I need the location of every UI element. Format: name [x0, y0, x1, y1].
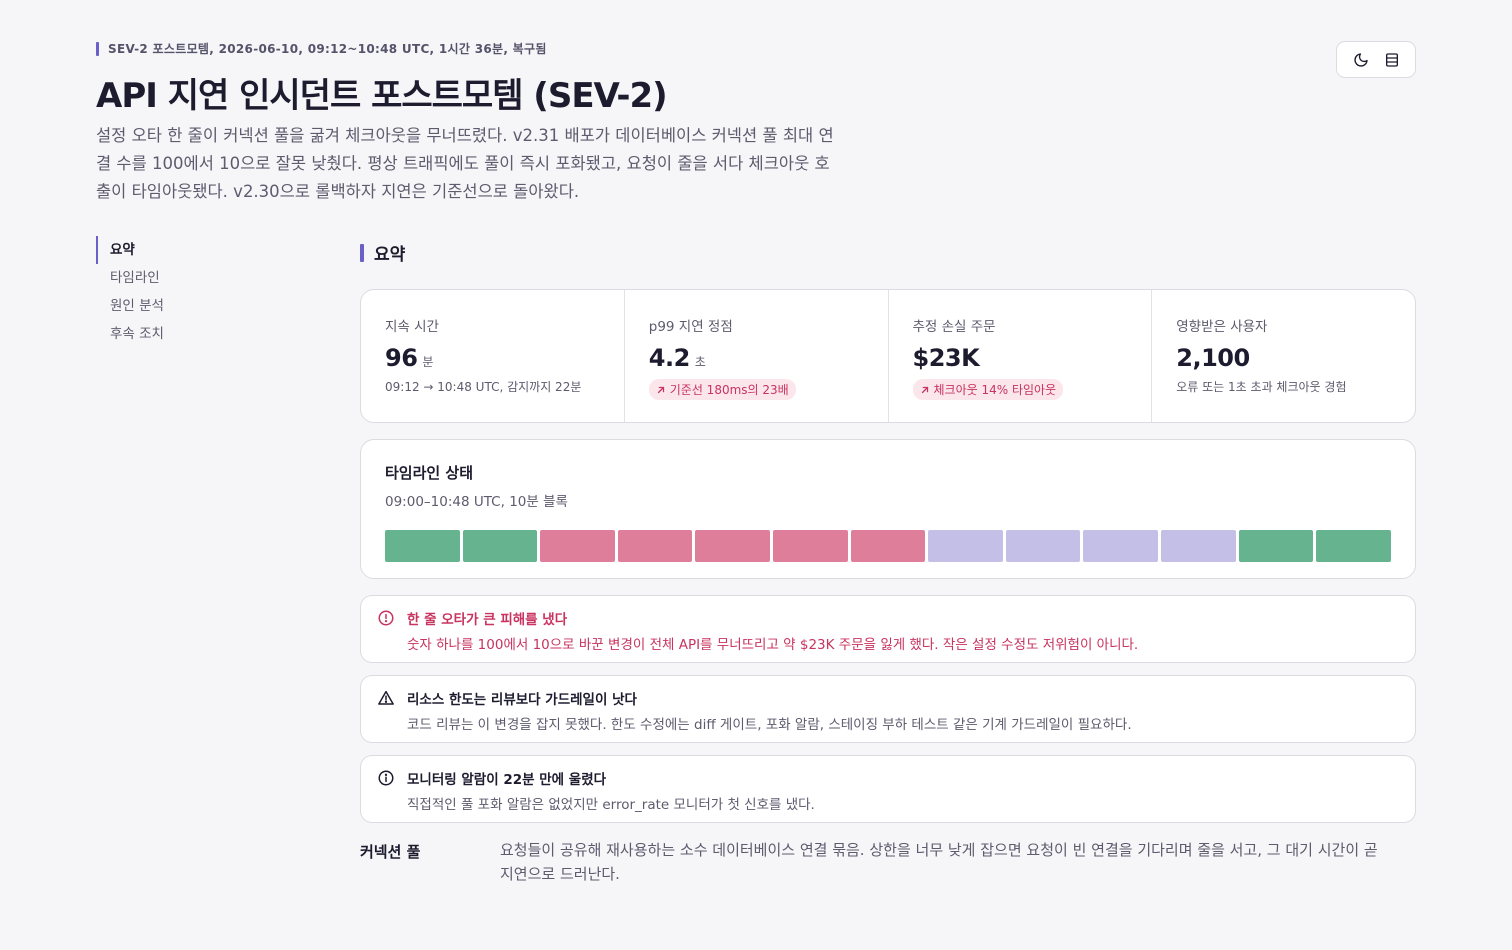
stat-label: 영향받은 사용자 [1176, 319, 1268, 335]
layout-toggle-button[interactable] [1379, 47, 1405, 73]
stat-value-row: 4.2 초 [649, 344, 864, 372]
callout-title: 모니터링 알람이 22분 만에 울렸다 [407, 772, 607, 788]
stats-card: 지속 시간 96 분 09:12 → 10:48 UTC, 감지까지 22분 p… [360, 289, 1416, 423]
eyebrow-accent-bar [96, 41, 99, 56]
timeline-subtitle: 09:00–10:48 UTC, 10분 블록 [385, 494, 568, 510]
page-title: API 지연 인시던트 포스트모템 (SEV-2) [96, 76, 668, 116]
info-circle-icon [378, 770, 394, 786]
status-badge: 기준선 180ms의 23배 [648, 379, 796, 400]
stat-lost-orders: 추정 손실 주문 $23K 체크아웃 14% 타임아웃 [889, 290, 1153, 422]
callout-content: 모니터링 알람이 22분 만에 울렸다 직접적인 풀 포화 알람은 없었지만 e… [407, 768, 815, 822]
timeline-block-ok [1316, 530, 1391, 562]
callout-danger: 한 줄 오타가 큰 피해를 냈다 숫자 하나를 100에서 10으로 바꾼 변경… [360, 595, 1416, 663]
layout-icon [1385, 52, 1398, 67]
timeline-block-bad [850, 530, 926, 562]
callout-title: 한 줄 오타가 큰 피해를 냈다 [407, 612, 568, 628]
timeline-block-rec [1161, 530, 1236, 562]
callout-body: 코드 리뷰는 이 변경을 잡지 못했다. 한도 수정에는 diff 게이트, 포… [407, 717, 1132, 733]
stat-label: 추정 손실 주문 [912, 319, 996, 335]
timeline-block-bad [617, 530, 693, 562]
trend-up-icon [921, 386, 928, 393]
incident-eyebrow: SEV-2 포스트모템, 2026-06-10, 09:12~10:48 UTC… [96, 40, 547, 57]
stat-affected-users: 영향받은 사용자 2,100 오류 또는 1초 초과 체크아웃 경험 [1152, 290, 1415, 422]
stat-value-row: 2,100 [1176, 344, 1391, 372]
glossary-entry: 커넥션 풀 요청들이 공유해 재사용하는 소수 데이터베이스 연결 묶음. 상한… [360, 838, 1416, 886]
badge-text: 기준선 180ms의 23배 [669, 383, 789, 397]
stat-value-row: $23K [913, 344, 1128, 372]
stat-note: 09:12 → 10:48 UTC, 감지까지 22분 [385, 380, 582, 394]
timeline-block-bad [540, 530, 615, 562]
glossary-definition: 요청들이 공유해 재사용하는 소수 데이터베이스 연결 묶음. 상한을 너무 낮… [500, 841, 1378, 883]
callout-content: 한 줄 오타가 큰 피해를 냈다 숫자 하나를 100에서 10으로 바꾼 변경… [407, 608, 1138, 662]
callout-title: 리소스 한도는 리뷰보다 가드레일이 낫다 [407, 692, 637, 708]
eyebrow-text: SEV-2 포스트모템, 2026-06-10, 09:12~10:48 UTC… [108, 42, 547, 56]
stat-note: 오류 또는 1초 초과 체크아웃 경험 [1176, 380, 1347, 394]
callout-warning: 리소스 한도는 리뷰보다 가드레일이 낫다 코드 리뷰는 이 변경을 잡지 못했… [360, 675, 1416, 743]
timeline-block-rec [1005, 530, 1081, 562]
warning-triangle-icon [378, 690, 394, 705]
timeline-block-rec [1083, 530, 1159, 562]
glossary-term: 커넥션 풀 [360, 843, 421, 861]
timeline-block-ok [462, 530, 538, 562]
callout-body: 직접적인 풀 포화 알람은 없었지만 error_rate 모니터가 첫 신호를… [407, 797, 815, 813]
stat-number: 2,100 [1176, 344, 1250, 372]
timeline-block-bad [773, 530, 848, 562]
timeline-title: 타임라인 상태 [385, 464, 474, 482]
callout-info: 모니터링 알람이 22분 만에 울렸다 직접적인 풀 포화 알람은 없었지만 e… [360, 755, 1416, 823]
theme-toggle-button[interactable] [1348, 47, 1374, 73]
timeline-block-rec [928, 530, 1003, 562]
timeline-status-blocks [385, 530, 1391, 562]
toc-item-follow-up[interactable]: 후속 조치 [96, 320, 164, 348]
stat-number: 4.2 [648, 344, 691, 372]
stat-label: p99 지연 정점 [648, 319, 733, 335]
summary-heading-text: 요약 [374, 245, 406, 265]
stat-number: 96 [385, 344, 418, 372]
timeline-card: 타임라인 상태 09:00–10:48 UTC, 10분 블록 [360, 439, 1416, 579]
summary-heading: 요약 [360, 240, 405, 265]
timeline-block-bad [695, 530, 771, 562]
stat-unit: 분 [422, 355, 434, 369]
stat-p99-latency: p99 지연 정점 4.2 초 기준선 180ms의 23배 [625, 290, 889, 422]
stat-duration: 지속 시간 96 분 09:12 → 10:48 UTC, 감지까지 22분 [361, 290, 625, 422]
toc-item-summary[interactable]: 요약 [96, 236, 164, 264]
table-of-contents: 요약 타임라인 원인 분석 후속 조치 [96, 236, 164, 348]
moon-icon [1353, 52, 1368, 67]
alert-circle-icon [378, 610, 394, 626]
section-accent-bar [360, 243, 364, 262]
timeline-block-ok [1238, 530, 1314, 562]
trend-up-icon [657, 386, 664, 393]
toc-item-timeline[interactable]: 타임라인 [96, 264, 164, 292]
badge-text: 체크아웃 14% 타임아웃 [933, 383, 1057, 397]
stat-label: 지속 시간 [385, 319, 439, 335]
toc-item-root-cause[interactable]: 원인 분석 [96, 292, 164, 320]
page-lede: 설정 오타 한 줄이 커넥션 풀을 굶겨 체크아웃을 무너뜨렸다. v2.31 … [96, 126, 834, 201]
timeline-block-ok [385, 530, 460, 562]
stat-unit: 초 [694, 355, 706, 369]
status-badge: 체크아웃 14% 타임아웃 [912, 379, 1064, 400]
stat-number: $23K [912, 344, 980, 372]
stat-value-row: 96 분 [385, 344, 600, 372]
callout-body: 숫자 하나를 100에서 10으로 바꾼 변경이 전체 API를 무너뜨리고 약… [407, 637, 1139, 653]
view-toolbar [1336, 41, 1416, 78]
callout-content: 리소스 한도는 리뷰보다 가드레일이 낫다 코드 리뷰는 이 변경을 잡지 못했… [407, 688, 1132, 742]
